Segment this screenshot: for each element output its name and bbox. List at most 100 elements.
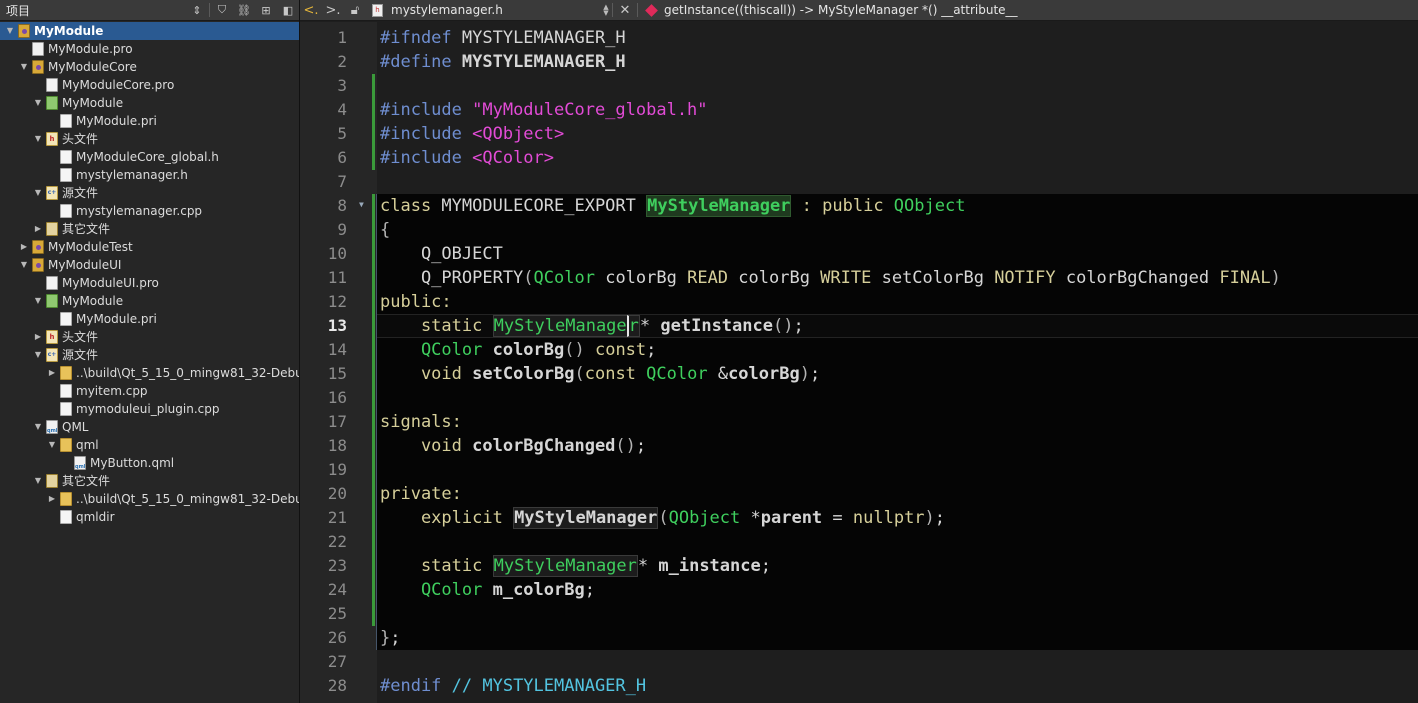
collapse-arrow-icon[interactable]: ▶ (32, 328, 44, 346)
code-token: ; (646, 340, 657, 360)
tree-item[interactable]: MyModuleCore.pro (0, 76, 299, 94)
tree-item-label: qmldir (76, 510, 115, 524)
close-sidebar-icon[interactable]: ◧ (277, 0, 299, 20)
filter-tree-icon[interactable]: ⛉ (211, 0, 233, 20)
tree-item[interactable]: mystylemanager.h (0, 166, 299, 184)
tree-item[interactable]: ▶ ..\build\Qt_5_15_0_mingw81_32-Debu (0, 490, 299, 508)
code-token: } (380, 628, 391, 648)
expand-arrow-icon[interactable]: ▼ (4, 22, 16, 40)
line-number: 16 (327, 388, 347, 407)
symbol-navigator[interactable]: getInstance((thiscall)) -> MyStyleManage… (664, 3, 1018, 17)
tree-item[interactable]: ▼ MyModuleUI (0, 256, 299, 274)
tree-item[interactable]: ▶ MyModuleTest (0, 238, 299, 256)
expand-arrow-icon[interactable]: ▼ (32, 292, 44, 310)
tree-item[interactable]: ▶ 其它文件 (0, 220, 299, 238)
code-line: Q_OBJECT (380, 242, 503, 266)
tree-item[interactable]: ▼ MyModuleCore (0, 58, 299, 76)
tree-item[interactable]: ▼ h 头文件 (0, 130, 299, 148)
code-token: public: (380, 292, 452, 312)
open-documents-combo[interactable]: mystylemanager.h ▲ ▼ (391, 3, 611, 17)
code-token: NOTIFY (994, 268, 1056, 288)
code-token: ; (934, 508, 946, 528)
code-line: #include "MyModuleCore_global.h" (380, 98, 708, 122)
tree-item[interactable]: ▼ MyModule (0, 22, 299, 40)
code-token: ; (635, 436, 647, 456)
code-line: QColor colorBg() const; (380, 338, 656, 362)
code-token: QObject (668, 508, 751, 528)
pri-folder-icon (46, 294, 58, 308)
expand-arrow-icon[interactable]: ▼ (32, 346, 44, 364)
tree-item[interactable]: qmldir (0, 508, 299, 526)
expand-arrow-icon[interactable]: ▼ (18, 256, 30, 274)
tree-item[interactable]: ▼ qml QML (0, 418, 299, 436)
split-icon[interactable]: ⊞ (255, 0, 277, 20)
tree-item[interactable]: qml MyButton.qml (0, 454, 299, 472)
tree-item[interactable]: MyModuleUI.pro (0, 274, 299, 292)
tree-item[interactable]: MyModuleCore_global.h (0, 148, 299, 166)
code-token: () (772, 316, 794, 336)
pri-file-icon (60, 114, 72, 128)
code-token: ) (799, 364, 810, 384)
link-with-editor-icon[interactable]: ⛓ (233, 0, 255, 20)
tree-item-label: MyModule (62, 96, 124, 110)
tree-item[interactable]: ▼ MyModule (0, 292, 299, 310)
code-token: static (380, 556, 493, 576)
tree-item[interactable]: ▼ c+ 源文件 (0, 346, 299, 364)
tree-item[interactable]: MyModule.pri (0, 310, 299, 328)
code-token: ) (924, 508, 935, 528)
code-line: #ifndef MYSTYLEMANAGER_H (380, 26, 626, 50)
view-selector-arrows-icon[interactable]: ⇕ (186, 0, 208, 20)
file-icon (60, 510, 72, 524)
tree-item[interactable]: ▼ 其它文件 (0, 472, 299, 490)
code-token: // MYSTYLEMANAGER_H (441, 676, 647, 696)
code-line: #endif // MYSTYLEMANAGER_H (380, 674, 646, 698)
expand-arrow-icon[interactable]: ▼ (46, 436, 58, 454)
tree-item[interactable]: ▶ h 头文件 (0, 328, 299, 346)
pro-file-icon (46, 78, 58, 92)
collapse-arrow-icon[interactable]: ▶ (46, 490, 58, 508)
tree-item[interactable]: MyModule.pri (0, 112, 299, 130)
code-token: m_colorBg (492, 580, 585, 600)
file-icon (60, 402, 72, 416)
code-editor[interactable]: 1 2 3 4 5 6 7 8 ▼ 9 10 11 12 13 14 15 16 17 18 19 20 21 22 23 24… (300, 22, 1418, 703)
collapse-arrow-icon[interactable]: ▶ (46, 364, 58, 382)
expand-arrow-icon[interactable]: ▼ (32, 472, 44, 490)
tree-item[interactable]: ▼ c+ 源文件 (0, 184, 299, 202)
line-number: 26 (327, 628, 347, 647)
change-marker (372, 122, 375, 146)
folder-icon (60, 438, 72, 452)
expand-arrow-icon[interactable]: ▼ (32, 94, 44, 112)
code-token: * (637, 556, 659, 576)
tree-item[interactable]: ▶ ..\build\Qt_5_15_0_mingw81_32-Debu (0, 364, 299, 382)
expand-arrow-icon[interactable]: ▼ (32, 130, 44, 148)
code-token: parent (760, 508, 823, 528)
method-symbol-icon (645, 3, 658, 17)
code-token: getInstance (660, 316, 773, 336)
navigate-back-icon[interactable]: <. (300, 0, 322, 20)
code-token: QObject (893, 196, 966, 216)
close-document-icon[interactable]: ✕ (614, 0, 636, 20)
code-token: <QObject> (472, 124, 565, 144)
lock-icon[interactable]: 🔓︎ (344, 0, 366, 20)
collapse-arrow-icon[interactable]: ▶ (18, 238, 30, 256)
code-line: class MYMODULECORE_EXPORT MyStyleManager… (380, 194, 965, 218)
tree-item[interactable]: myitem.cpp (0, 382, 299, 400)
tree-item[interactable]: MyModule.pro (0, 40, 299, 58)
expand-arrow-icon[interactable]: ▼ (18, 58, 30, 76)
expand-arrow-icon[interactable]: ▼ (32, 184, 44, 202)
expand-arrow-icon[interactable]: ▼ (32, 418, 44, 436)
tree-item[interactable]: mymoduleui_plugin.cpp (0, 400, 299, 418)
code-token: WRITE (820, 268, 872, 288)
code-token: colorBg (594, 268, 688, 288)
tree-item[interactable]: ▼ qml (0, 436, 299, 454)
tree-item[interactable]: mystylemanager.cpp (0, 202, 299, 220)
code-token: colorBg (728, 364, 800, 384)
navigate-forward-icon[interactable]: >. (322, 0, 344, 20)
change-marker (372, 266, 375, 290)
tree-item[interactable]: ▼ MyModule (0, 94, 299, 112)
change-marker (372, 74, 375, 98)
change-marker (372, 194, 375, 218)
collapse-arrow-icon[interactable]: ▶ (32, 220, 44, 238)
fold-toggle-icon[interactable]: ▼ (359, 200, 364, 209)
